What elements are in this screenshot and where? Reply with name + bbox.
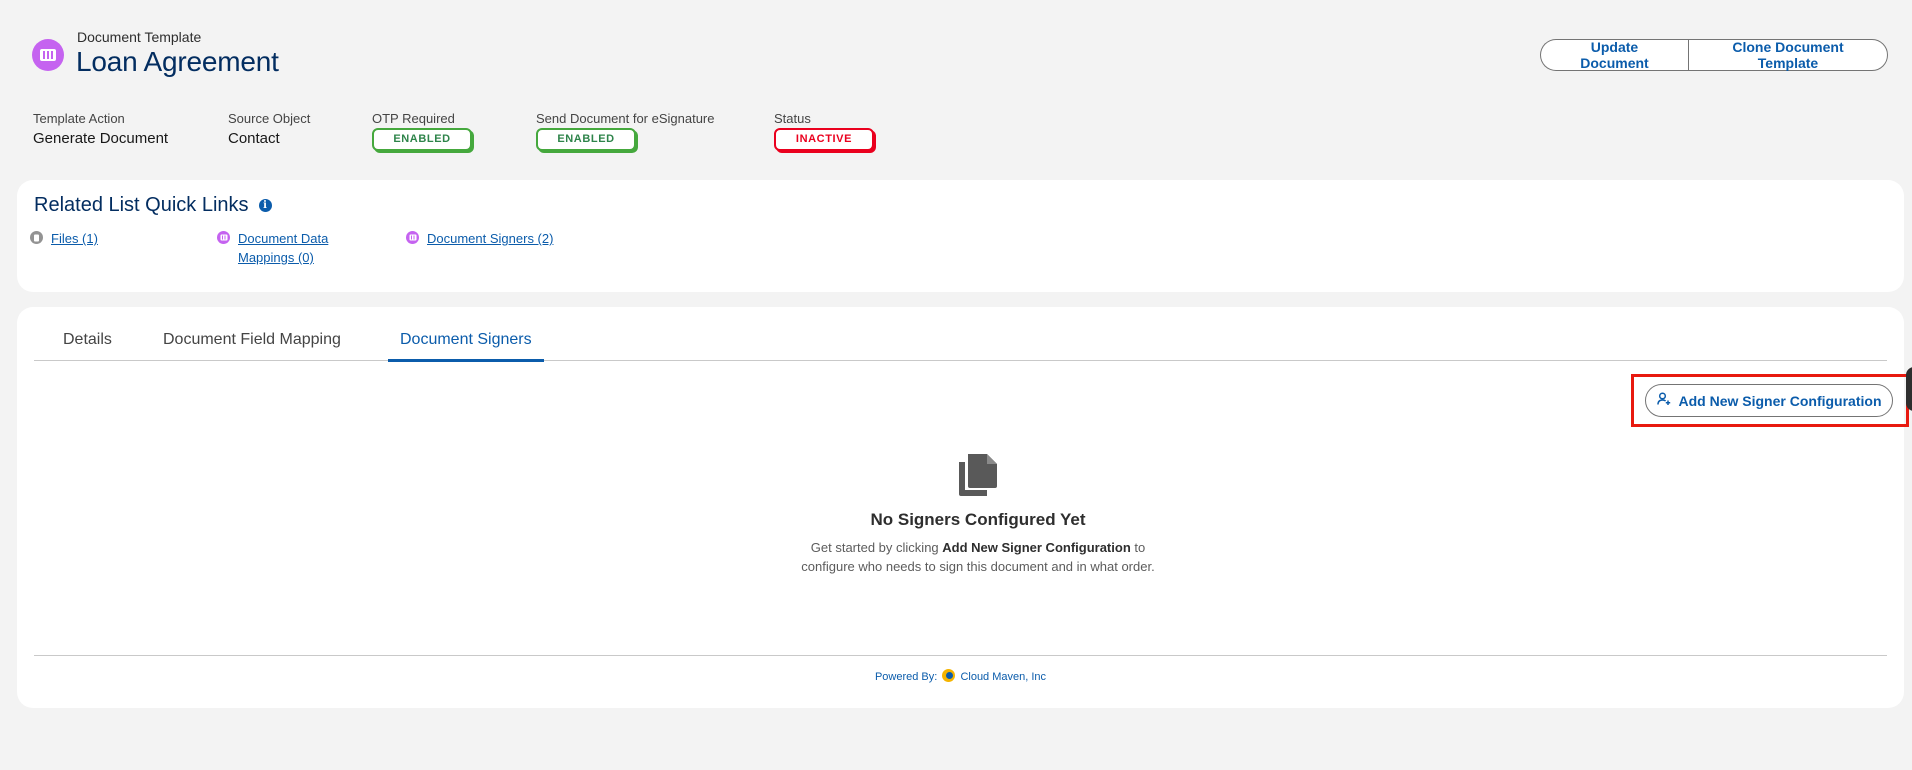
status-badge: INACTIVE	[774, 128, 874, 151]
tab-document-field-mapping[interactable]: Document Field Mapping	[163, 331, 341, 361]
field-source-object: Source Object Contact	[228, 111, 310, 147]
record-header: Document Template Loan Agreement Update …	[0, 0, 1912, 170]
template-book-icon	[217, 231, 230, 244]
file-icon	[30, 231, 43, 244]
powered-by-company: Cloud Maven, Inc	[960, 671, 1047, 683]
add-user-icon	[1656, 392, 1671, 409]
side-panel-handle[interactable]	[1906, 367, 1912, 411]
footer-divider	[34, 655, 1887, 656]
object-type-label: Document Template	[77, 29, 202, 45]
status-badge: ENABLED	[372, 128, 472, 151]
related-quick-links-heading: Related List Quick Links i	[34, 194, 272, 217]
tabs-card: Details Document Field Mapping Document …	[17, 307, 1909, 708]
field-label: OTP Required	[372, 111, 455, 126]
field-send-esignature: Send Document for eSignature ENABLED	[536, 111, 715, 151]
empty-state-title: No Signers Configured Yet	[870, 510, 1086, 529]
field-value: Contact	[228, 130, 280, 147]
documents-icon	[959, 454, 997, 496]
field-value: Generate Document	[33, 130, 169, 147]
link-line: Mappings (0)	[238, 250, 314, 265]
empty-state: No Signers Configured Yet Get started by…	[760, 452, 1196, 576]
link-line: Document Data	[238, 231, 329, 246]
field-label: Status	[774, 111, 811, 126]
tab-details[interactable]: Details	[63, 331, 112, 361]
cloud-maven-logo-icon	[942, 669, 956, 682]
field-template-action: Template Action Generate Document	[33, 111, 168, 147]
files-link[interactable]: Files (1)	[51, 229, 98, 248]
add-button-label: Add New Signer Configuration	[1678, 392, 1882, 409]
field-label: Source Object	[228, 111, 311, 126]
quick-link-document-signers: Document Signers (2)	[406, 229, 553, 248]
section-title: Related List Quick Links	[34, 194, 249, 216]
quick-link-files: Files (1)	[30, 229, 98, 248]
field-label: Send Document for eSignature	[536, 111, 715, 126]
quick-link-document-data-mappings: Document Data Mappings (0)	[217, 229, 328, 267]
document-signers-link[interactable]: Document Signers (2)	[427, 229, 553, 248]
field-status: Status INACTIVE	[774, 111, 874, 151]
info-icon[interactable]: i	[258, 199, 272, 212]
powered-by: Powered By: Cloud Maven, Inc	[17, 669, 1904, 683]
empty-state-description: Get started by clicking Add New Signer C…	[760, 538, 1196, 576]
tab-document-signers[interactable]: Document Signers	[388, 331, 544, 362]
document-data-mappings-link[interactable]: Document Data Mappings (0)	[238, 229, 328, 267]
page-title: Loan Agreement	[76, 46, 279, 77]
template-book-icon	[32, 39, 64, 71]
add-new-signer-configuration-button[interactable]: Add New Signer Configuration	[1645, 384, 1893, 417]
field-otp-required: OTP Required ENABLED	[372, 111, 472, 151]
header-button-group: Update Document Clone Document Template	[1540, 39, 1888, 71]
powered-by-label: Powered By:	[874, 671, 938, 683]
clone-document-template-button[interactable]: Clone Document Template	[1688, 39, 1888, 71]
template-book-icon	[406, 231, 419, 244]
empty-desc-text: Get started by clicking	[810, 540, 943, 555]
field-label: Template Action	[33, 111, 125, 126]
update-document-button[interactable]: Update Document	[1540, 39, 1688, 71]
tab-bar: Details Document Field Mapping Document …	[34, 307, 1887, 362]
status-badge: ENABLED	[536, 128, 636, 151]
empty-desc-bold: Add New Signer Configuration	[942, 540, 1131, 555]
related-quick-links-card: Related List Quick Links i Files (1) Doc…	[17, 180, 1904, 292]
